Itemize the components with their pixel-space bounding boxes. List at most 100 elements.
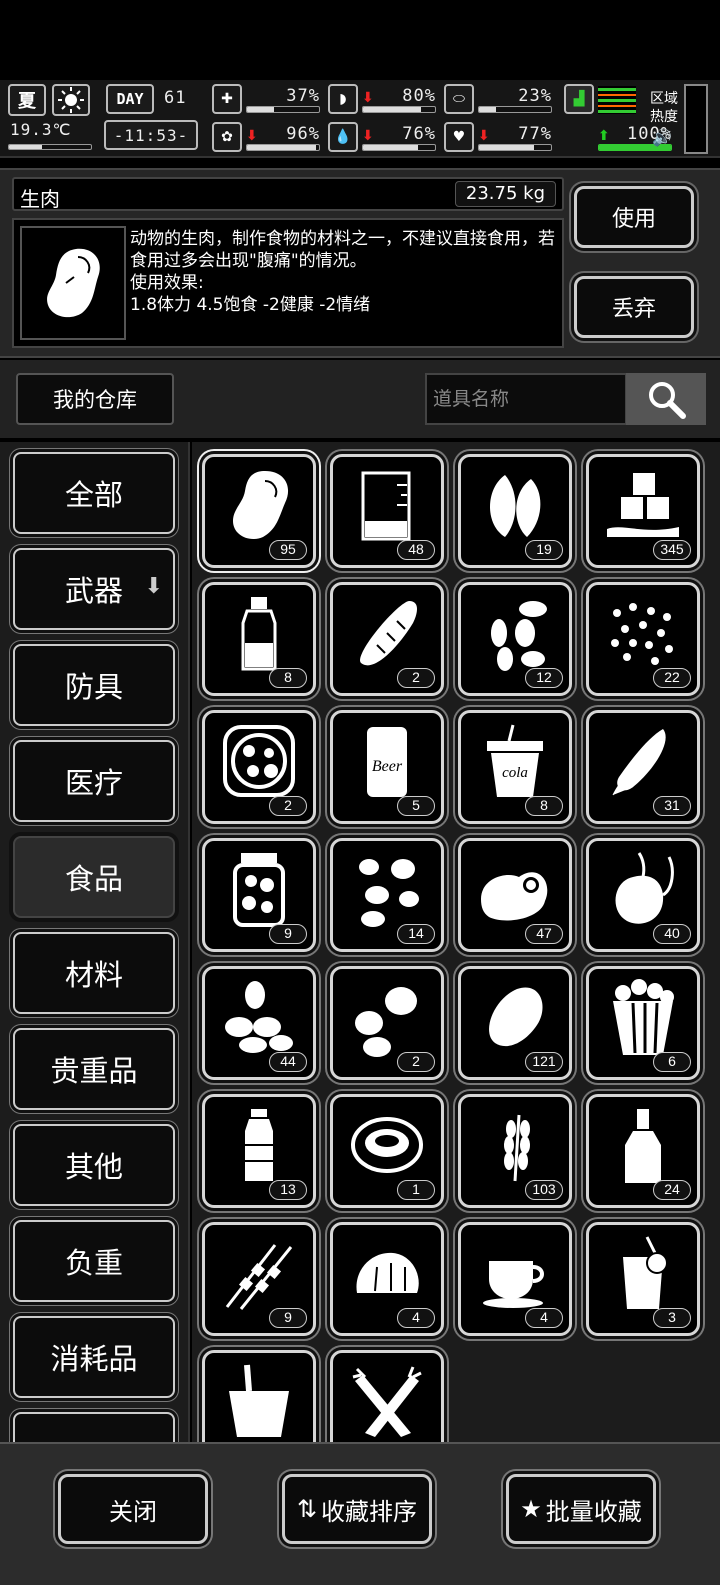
category-label: 防具 [64, 670, 123, 704]
soup-bowl-icon [351, 1117, 423, 1173]
stat-value: 80% [402, 86, 436, 106]
item-slot[interactable]: 95 [202, 454, 316, 568]
item-count: 3 [653, 1308, 691, 1328]
search-input[interactable] [425, 373, 627, 425]
item-count: 2 [397, 1052, 435, 1072]
item-slot[interactable]: 4 [458, 1222, 572, 1336]
item-slot[interactable]: 13 [202, 1094, 316, 1208]
my-storage-tab[interactable]: 我的仓库 [16, 373, 174, 425]
stat-bar [362, 106, 436, 113]
use-button[interactable]: 使用 [574, 186, 694, 248]
item-slot[interactable]: 44 [202, 966, 316, 1080]
item-slot[interactable]: 1 [330, 1094, 444, 1208]
item-slot[interactable]: 2 [202, 710, 316, 824]
close-button[interactable]: 关闭 [58, 1474, 208, 1544]
category-sidebar: 全部武器 ⬇ 防具医疗食品材料贵重品其他负重消耗品 [0, 442, 190, 1442]
item-slot[interactable]: 24 [586, 1094, 700, 1208]
season-text: 夏 [18, 91, 36, 112]
item-count: 9 [269, 1308, 307, 1328]
item-slot[interactable]: cola 8 [458, 710, 572, 824]
stamina-indicator [598, 86, 636, 114]
item-count: 4 [525, 1308, 563, 1328]
item-slot[interactable]: 48 [330, 454, 444, 568]
category-tab[interactable]: 防具 [13, 644, 175, 726]
item-count: 121 [525, 1052, 563, 1072]
item-slot[interactable]: Beer 5 [330, 710, 444, 824]
search-icon [649, 382, 686, 419]
category-tab[interactable] [13, 1412, 175, 1442]
item-slot[interactable] [202, 1350, 316, 1442]
item-count: 5 [397, 796, 435, 816]
batch-favorite-button[interactable]: ★ 批量收藏 [506, 1474, 656, 1544]
category-label: 材料 [64, 958, 123, 992]
item-slot[interactable]: 14 [330, 838, 444, 952]
category-tab[interactable]: 消耗品 [13, 1316, 175, 1398]
item-count: 12 [525, 668, 563, 688]
zone-heat-meter [684, 84, 708, 154]
item-count: 2 [269, 796, 307, 816]
batch-label: 批量收藏 [545, 1497, 642, 1526]
stomach-icon: ◗ [328, 84, 358, 114]
item-slot[interactable]: 8 [202, 582, 316, 696]
category-tab[interactable]: 负重 [13, 1220, 175, 1302]
item-slot[interactable]: 9 [202, 838, 316, 952]
item-slot[interactable]: 121 [458, 966, 572, 1080]
item-slot[interactable]: 4 [330, 1222, 444, 1336]
fried-egg-icon [481, 872, 548, 921]
item-slot[interactable]: 103 [458, 1094, 572, 1208]
liquor-bottle-icon [625, 1109, 661, 1183]
juice-icon [623, 1236, 668, 1309]
item-slot[interactable]: 2 [330, 582, 444, 696]
popcorn-icon [613, 979, 674, 1055]
item-count: 22 [653, 668, 691, 688]
item-slot[interactable]: 19 [458, 454, 572, 568]
discard-button[interactable]: 丢弃 [574, 276, 694, 338]
search-button[interactable] [626, 373, 706, 425]
swap-arrows-icon: ⇅ [296, 1495, 318, 1523]
category-tab[interactable]: 医疗 [13, 740, 175, 822]
item-count: 40 [653, 924, 691, 944]
item-slot[interactable]: 6 [586, 966, 700, 1080]
raw-meat-icon [20, 226, 126, 340]
item-slot[interactable]: 2 [330, 966, 444, 1080]
item-count: 31 [653, 796, 691, 816]
speaker-icon[interactable]: 🔊 [652, 128, 672, 147]
category-tab[interactable]: 材料 [13, 932, 175, 1014]
category-tab[interactable]: 全部 [13, 452, 175, 534]
corn-icon [612, 729, 666, 796]
item-slot[interactable]: 3 [586, 1222, 700, 1336]
category-label: 消耗品 [50, 1342, 138, 1376]
item-count: 19 [525, 540, 563, 560]
item-count: 44 [269, 1052, 307, 1072]
decrease-arrow-icon: ⬇ [362, 90, 374, 106]
category-tab[interactable]: 食品 [13, 836, 175, 918]
bottle-icon [241, 597, 277, 671]
category-tab[interactable]: 贵重品 [13, 1028, 175, 1110]
stat-value: 96% [286, 124, 320, 144]
item-count: 103 [525, 1180, 563, 1200]
item-slot[interactable]: 40 [586, 838, 700, 952]
clock: -11:53- [104, 120, 198, 150]
item-count: 2 [397, 668, 435, 688]
bun-icon [356, 1252, 419, 1293]
item-count: 345 [653, 540, 691, 560]
item-count: 95 [269, 540, 307, 560]
pickle-jar-icon [233, 853, 285, 927]
sort-favorites-button[interactable]: ⇅ 收藏排序 [282, 1474, 432, 1544]
category-tab[interactable]: 武器 ⬇ [13, 548, 175, 630]
item-slot[interactable]: 345 [586, 454, 700, 568]
sun-icon [52, 84, 90, 116]
item-slot[interactable]: 22 [586, 582, 700, 696]
item-count: 6 [653, 1052, 691, 1072]
item-slot[interactable]: 12 [458, 582, 572, 696]
item-slot[interactable] [330, 1350, 444, 1442]
medkit-icon: ✚ [212, 84, 242, 114]
water-bottle-icon [245, 1109, 273, 1181]
category-label: 贵重品 [50, 1054, 138, 1088]
item-slot[interactable]: 31 [586, 710, 700, 824]
item-slot[interactable]: 47 [458, 838, 572, 952]
svg-text:cola: cola [502, 765, 528, 781]
item-slot[interactable]: 9 [202, 1222, 316, 1336]
category-label: 全部 [64, 478, 123, 512]
category-tab[interactable]: 其他 [13, 1124, 175, 1206]
